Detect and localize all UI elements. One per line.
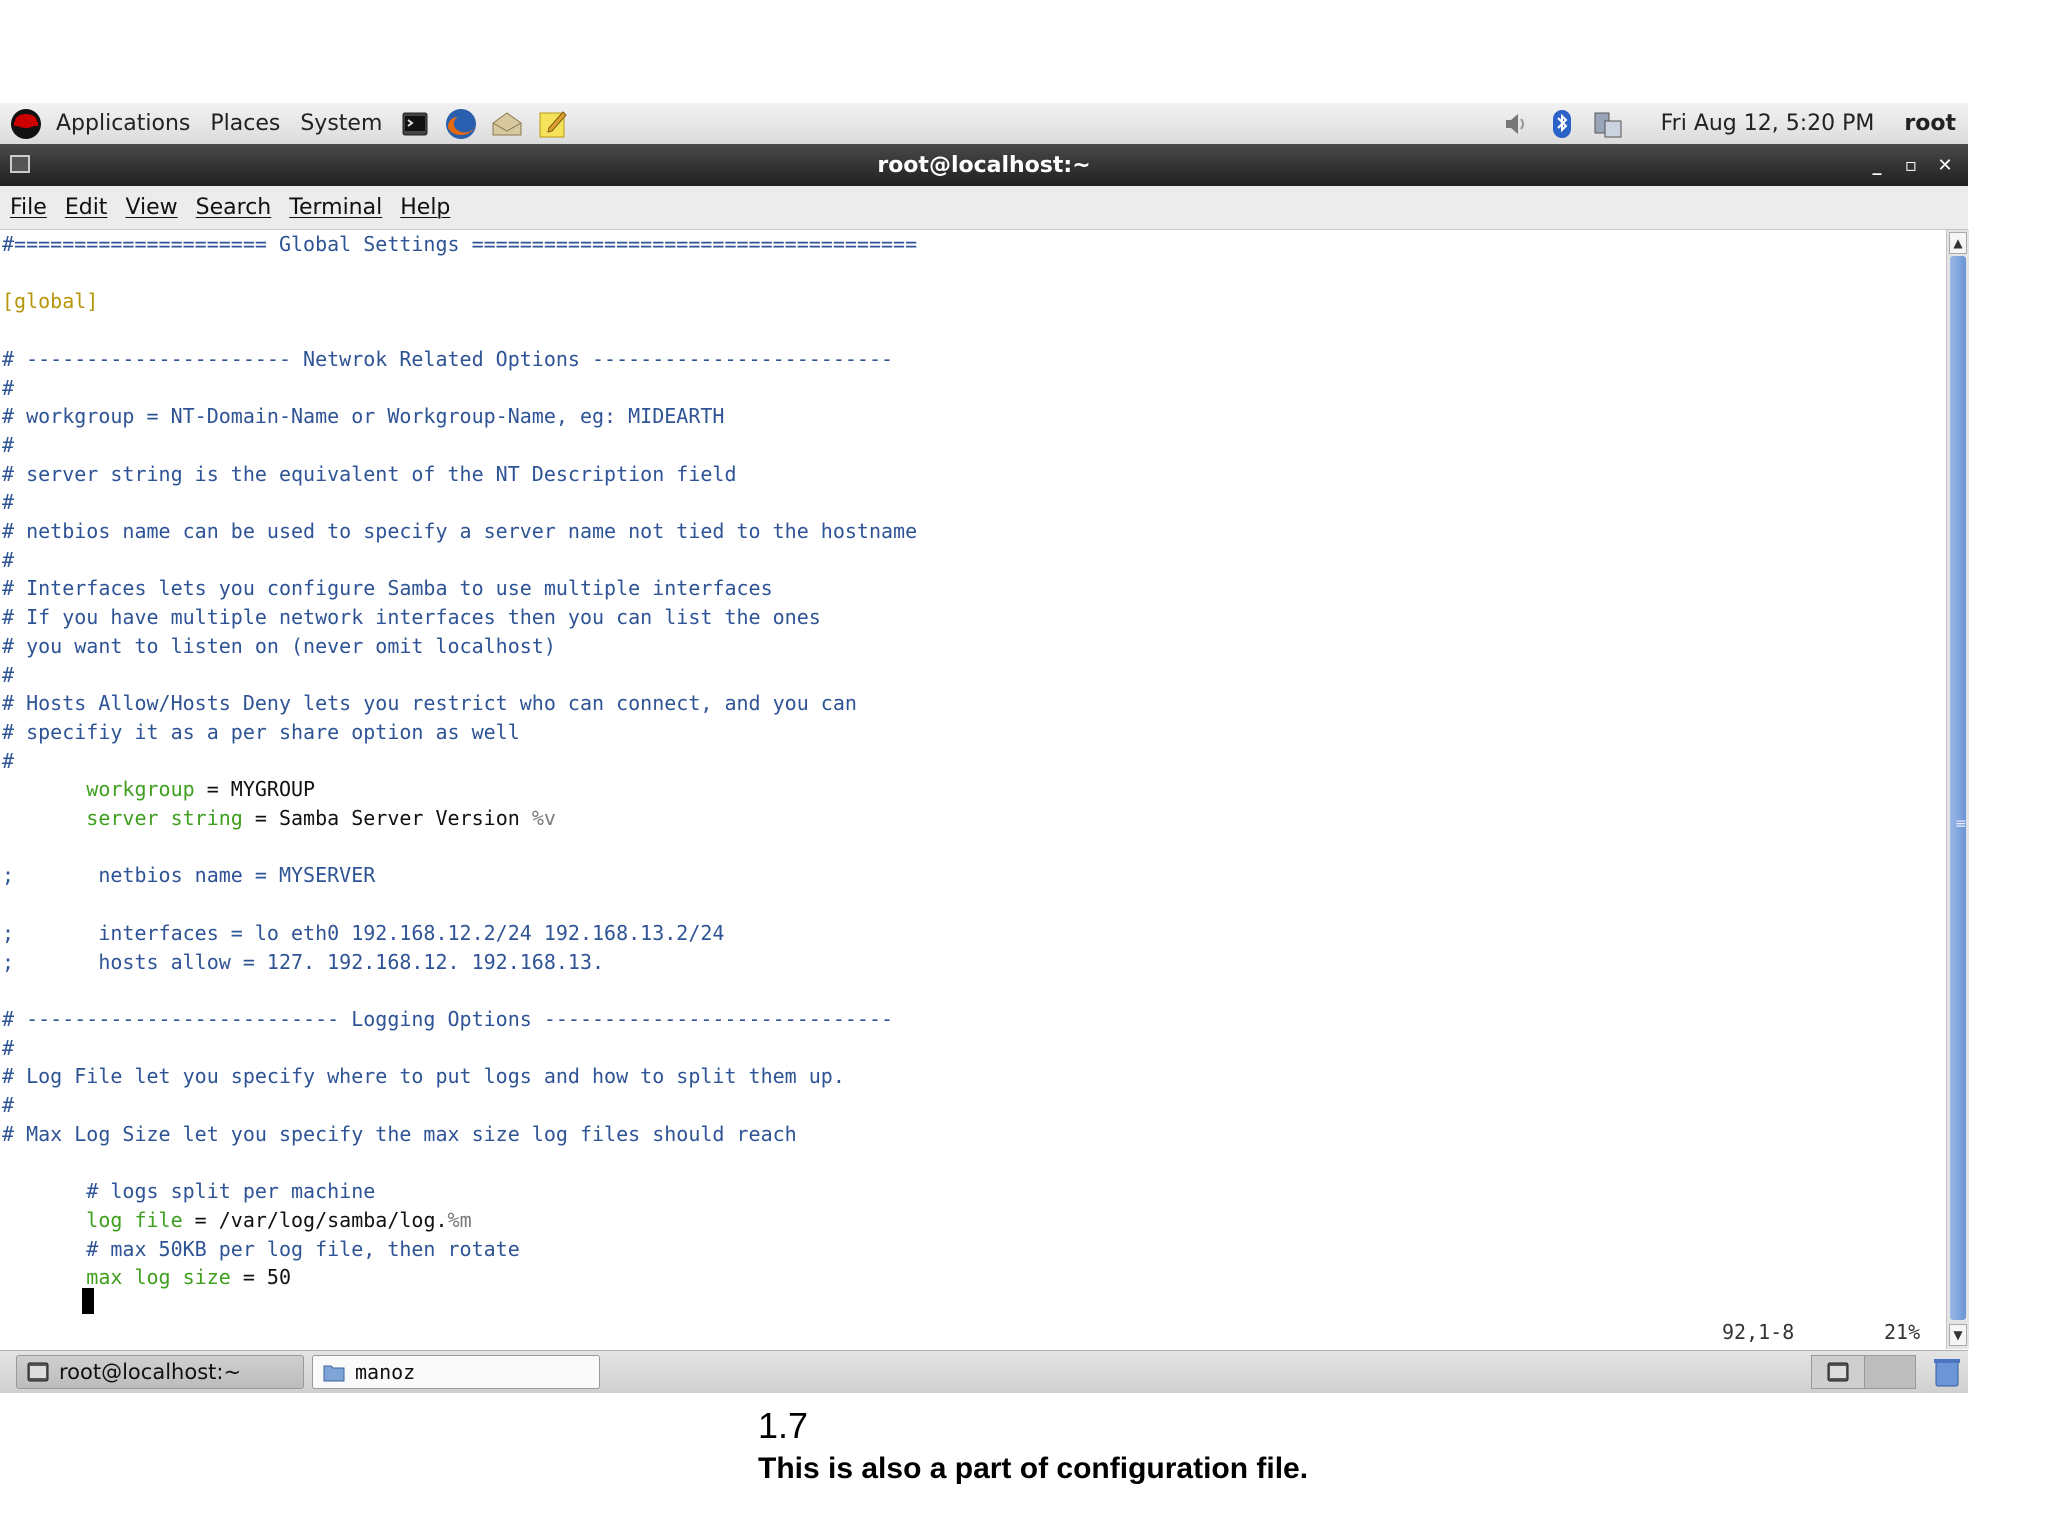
show-desktop-button[interactable] [1811, 1355, 1865, 1389]
scroll-up-arrow-icon[interactable]: ▲ [1949, 232, 1967, 254]
terminal-line: # server string is the equivalent of the… [2, 462, 737, 486]
taskbar-item-manoz[interactable]: manoz [312, 1355, 600, 1389]
redhat-logo-icon[interactable] [10, 108, 42, 140]
slide-caption: 1.7 This is also a part of configuration… [758, 1403, 1308, 1489]
menu-applications[interactable]: Applications [46, 103, 200, 144]
menu-search[interactable]: Search [187, 195, 281, 220]
menu-system[interactable]: System [290, 103, 392, 144]
volume-icon[interactable] [1501, 108, 1531, 140]
config-key: max log size [86, 1265, 231, 1289]
trash-icon[interactable] [1932, 1356, 1962, 1388]
config-value: = Samba Server Version [242, 806, 532, 830]
window-title: root@localhost:~ [877, 152, 1091, 178]
terminal-line: ; netbios name = MYSERVER [2, 863, 376, 887]
panel-user[interactable]: root [1904, 111, 1956, 136]
config-key: log file [86, 1208, 183, 1232]
network-icon[interactable] [1593, 108, 1623, 140]
terminal-line: ; hosts allow = 127. 192.168.12. 192.168… [2, 950, 605, 974]
scrollbar-thumb[interactable]: ≡ [1950, 256, 1967, 1320]
scroll-percent: 21% [1884, 1320, 1921, 1344]
terminal-line: # ---------------------- Netwrok Related… [2, 347, 894, 371]
terminal-line: # [2, 548, 15, 572]
terminal-line: # max 50KB per log file, then rotate [2, 1237, 520, 1261]
taskbar-item-label: root@localhost:~ [59, 1360, 242, 1384]
terminal-line: # Hosts Allow/Hosts Deny lets you restri… [2, 691, 857, 715]
folder-icon [323, 1365, 345, 1382]
terminal-content[interactable]: 92,1-8 21% #===================== Global… [0, 230, 1946, 1349]
window-titlebar[interactable]: root@localhost:~ _ ▫ ✕ [0, 144, 1968, 186]
terminal-launcher-icon[interactable] [398, 107, 432, 141]
config-key: server string [86, 806, 243, 830]
terminal-line: # [2, 376, 15, 400]
terminal-line: # Log File let you specify where to put … [2, 1064, 845, 1088]
maximize-button[interactable]: ▫ [1896, 150, 1926, 180]
scroll-down-arrow-icon[interactable]: ▼ [1949, 1324, 1967, 1346]
terminal-scrollbar[interactable]: ▲ ≡ ▼ [1946, 230, 1969, 1349]
terminal-line: # [2, 663, 15, 687]
taskbar-item-label: manoz [355, 1360, 416, 1384]
config-value: = 50 [230, 1265, 292, 1289]
menu-file[interactable]: File [0, 195, 56, 220]
notes-icon[interactable] [536, 107, 570, 141]
menu-view[interactable]: View [116, 195, 186, 220]
terminal-line: # [2, 749, 15, 773]
terminal-line: # you want to listen on (never omit loca… [2, 634, 556, 658]
terminal-menubar: File Edit View Search Terminal Help [0, 186, 1968, 230]
panel-menus: Applications Places System [0, 103, 392, 144]
config-value: = MYGROUP [194, 777, 316, 801]
scrollbar-grip-icon: ≡ [1955, 816, 1967, 832]
menu-places[interactable]: Places [200, 103, 290, 144]
terminal-line: # [2, 433, 15, 457]
terminal-line: # If you have multiple network interface… [2, 605, 821, 629]
config-key: workgroup [86, 777, 195, 801]
terminal-line: #===================== Global Settings =… [2, 232, 918, 256]
desktop-icon [1827, 1362, 1849, 1382]
terminal-line: # -------------------------- Logging Opt… [2, 1007, 894, 1031]
terminal-line: workgroup = MYGROUP [2, 775, 315, 803]
menu-terminal[interactable]: Terminal [280, 195, 391, 220]
terminal-line: server string = Samba Server Version %v [2, 804, 556, 832]
caption-text: This is also a part of configuration fil… [758, 1452, 1309, 1485]
taskbar-item-terminal[interactable]: root@localhost:~ [16, 1355, 304, 1389]
bluetooth-icon[interactable] [1547, 108, 1577, 140]
terminal-line: ; interfaces = lo eth0 192.168.12.2/24 1… [2, 921, 725, 945]
terminal-line: # [2, 490, 15, 514]
caption-number: 1.7 [758, 1405, 809, 1446]
bottom-panel: root@localhost:~ manoz [0, 1350, 1968, 1393]
config-value: = /var/log/samba/log. [182, 1208, 448, 1232]
terminal-line: # specifiy it as a per share option as w… [2, 720, 520, 744]
terminal-line: # Max Log Size let you specify the max s… [2, 1122, 797, 1146]
menu-help[interactable]: Help [391, 195, 459, 220]
config-macro: %m [447, 1208, 472, 1232]
workspace-switcher[interactable] [1865, 1355, 1916, 1389]
terminal-line: # workgroup = NT-Domain-Name or Workgrou… [2, 404, 725, 428]
menu-edit[interactable]: Edit [56, 195, 117, 220]
terminal-line: log file = /var/log/samba/log.%m [2, 1206, 472, 1234]
terminal-line: # [2, 1093, 15, 1117]
terminal-line: # [2, 1036, 15, 1060]
text-cursor [82, 1288, 94, 1314]
terminal-line: [global] [2, 289, 99, 313]
config-macro: %v [531, 806, 556, 830]
firefox-icon[interactable] [444, 107, 478, 141]
cursor-position: 92,1-8 [1722, 1320, 1795, 1344]
terminal-line: # logs split per machine [2, 1179, 376, 1203]
email-icon[interactable] [490, 107, 524, 141]
terminal-line: # Interfaces lets you configure Samba to… [2, 576, 773, 600]
terminal-line: # netbios name can be used to specify a … [2, 519, 918, 543]
close-button[interactable]: ✕ [1930, 150, 1960, 180]
terminal-line: max log size = 50 [2, 1263, 291, 1291]
terminal-icon [27, 1362, 49, 1382]
panel-clock[interactable]: Fri Aug 12, 5:20 PM [1661, 111, 1875, 136]
top-panel: Applications Places System Fri Aug 12, 5… [0, 103, 1968, 145]
minimize-button[interactable]: _ [1862, 150, 1892, 180]
window-menu-icon[interactable] [10, 155, 30, 173]
